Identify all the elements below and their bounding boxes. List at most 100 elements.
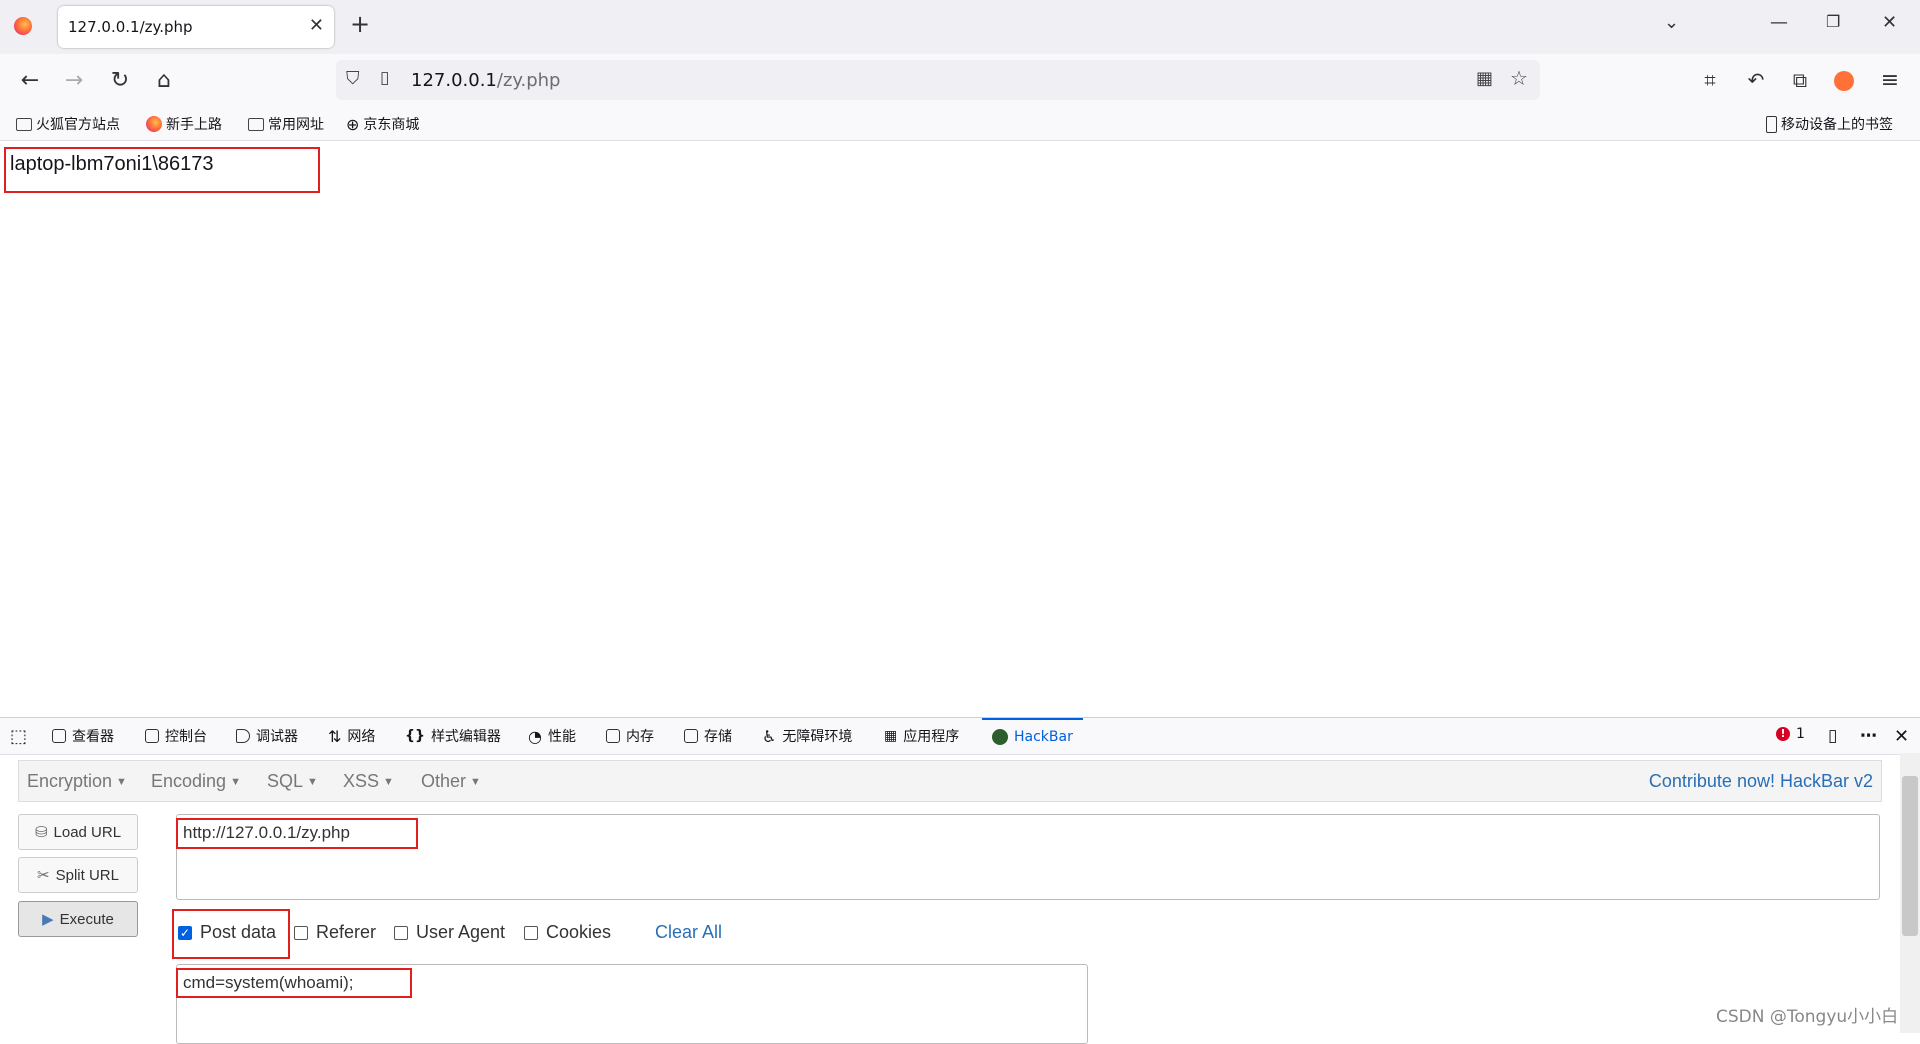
menu-label: Encoding bbox=[151, 771, 227, 791]
devtools-tabbar: ⬚ 查看器 控制台 调试器 ⇅ 网络 {} 样式编辑器 ◔ 性能 内存 存储 ♿ 无障碍… bbox=[0, 717, 1920, 755]
mobile-bookmarks[interactable]: 移动设备上的书签 bbox=[1766, 114, 1893, 134]
tab-storage[interactable]: 存储 bbox=[684, 726, 732, 746]
play-icon: ▶ bbox=[42, 911, 54, 928]
tab-accessibility[interactable]: ♿ 无障碍环境 bbox=[762, 726, 852, 746]
contribute-link[interactable]: Contribute now! HackBar v2 bbox=[1649, 771, 1873, 792]
bookmark-label: 京东商城 bbox=[363, 117, 420, 133]
tab-style-editor[interactable]: {} 样式编辑器 bbox=[405, 726, 501, 746]
tab-label: 调试器 bbox=[256, 729, 298, 745]
addon-icon[interactable] bbox=[1834, 71, 1854, 91]
star-icon[interactable]: ☆ bbox=[1510, 66, 1528, 90]
bookmarks-bar: 火狐官方站点 新手上路 常用网址 ⊕ 京东商城 移动设备上的书签 bbox=[0, 108, 1920, 141]
button-label: Split URL bbox=[55, 866, 119, 884]
bookmark-item[interactable]: 新手上路 bbox=[146, 114, 222, 134]
undo-icon[interactable]: ↶ bbox=[1742, 68, 1770, 92]
tab-label: 网络 bbox=[347, 729, 376, 745]
checkbox-icon bbox=[524, 925, 538, 940]
picker-icon[interactable]: ⬚ bbox=[10, 726, 27, 747]
globe-icon: ⊕ bbox=[346, 114, 360, 134]
tab-label: 内存 bbox=[626, 729, 654, 745]
menu-other[interactable]: Other ▼ bbox=[421, 771, 481, 792]
caret-down-icon: ▼ bbox=[116, 776, 127, 789]
option-label: User Agent bbox=[416, 922, 506, 942]
bookmark-label: 火狐官方站点 bbox=[36, 117, 120, 133]
tab-hackbar[interactable]: HackBar bbox=[982, 718, 1083, 754]
scissors-icon: ✂ bbox=[37, 867, 50, 884]
menu-label: Other bbox=[421, 771, 467, 791]
chevron-down-icon[interactable]: ⌄ bbox=[1664, 12, 1679, 33]
menu-icon[interactable]: ≡ bbox=[1876, 68, 1904, 93]
close-icon[interactable]: ✕ bbox=[309, 15, 324, 36]
debugger-icon bbox=[236, 729, 250, 743]
memory-icon bbox=[606, 729, 620, 743]
braces-icon: {} bbox=[405, 728, 425, 744]
more-icon[interactable]: ⋯ bbox=[1860, 726, 1877, 746]
tab-label: 性能 bbox=[547, 729, 576, 745]
referer-checkbox[interactable]: Referer bbox=[294, 922, 376, 943]
checkbox-icon bbox=[294, 925, 308, 940]
home-icon[interactable]: ⌂ bbox=[150, 68, 178, 93]
caret-down-icon: ▼ bbox=[470, 776, 481, 789]
caret-down-icon: ▼ bbox=[383, 776, 394, 789]
dock-icon[interactable]: ▯ bbox=[1828, 726, 1837, 746]
storage-icon bbox=[684, 729, 698, 743]
window-close-icon[interactable]: ✕ bbox=[1882, 12, 1897, 33]
grid-icon: ▦ bbox=[884, 728, 898, 744]
bookmark-item[interactable]: 火狐官方站点 bbox=[16, 114, 120, 134]
restore-icon[interactable]: ❐ bbox=[1826, 12, 1840, 31]
highlight-box bbox=[4, 147, 320, 193]
clear-all-link[interactable]: Clear All bbox=[655, 922, 722, 943]
shield-icon[interactable]: ⛉ bbox=[346, 68, 360, 89]
url-bar[interactable]: ⛉ ▯ 127.0.0.1/zy.php ▦ ☆ bbox=[336, 60, 1540, 100]
error-count[interactable]: ! 1 bbox=[1776, 726, 1805, 742]
page-icon: ▯ bbox=[380, 68, 390, 88]
network-icon: ⇅ bbox=[328, 726, 342, 746]
menu-encoding[interactable]: Encoding ▼ bbox=[151, 771, 241, 792]
menu-sql[interactable]: SQL ▼ bbox=[267, 771, 318, 792]
close-devtools-icon[interactable]: ✕ bbox=[1894, 726, 1909, 747]
url-host: 127.0.0.1 bbox=[411, 70, 497, 91]
forward-icon[interactable]: → bbox=[60, 68, 88, 93]
split-url-button[interactable]: ✂ Split URL bbox=[18, 857, 138, 893]
back-icon[interactable]: ← bbox=[16, 68, 44, 93]
gauge-icon: ◔ bbox=[528, 726, 542, 746]
hackbar-icon bbox=[992, 729, 1008, 745]
tab-debugger[interactable]: 调试器 bbox=[236, 726, 298, 746]
firefox-icon bbox=[146, 116, 162, 132]
url-textarea[interactable]: http://127.0.0.1/zy.php bbox=[176, 814, 1880, 900]
menu-encryption[interactable]: Encryption ▼ bbox=[27, 771, 127, 792]
tab-performance[interactable]: ◔ 性能 bbox=[528, 726, 576, 746]
load-url-button[interactable]: ⛁ Load URL bbox=[18, 814, 138, 850]
option-label: Referer bbox=[316, 922, 377, 942]
crop-icon[interactable]: ⌗ bbox=[1696, 68, 1724, 92]
menu-xss[interactable]: XSS ▼ bbox=[343, 771, 394, 792]
caret-down-icon: ▼ bbox=[230, 776, 241, 789]
tab-label: 无障碍环境 bbox=[782, 729, 853, 745]
extensions-icon[interactable]: ⧉ bbox=[1786, 68, 1814, 92]
tab-memory[interactable]: 内存 bbox=[606, 726, 654, 746]
tab-network[interactable]: ⇅ 网络 bbox=[328, 726, 375, 746]
url-path: /zy.php bbox=[496, 70, 561, 91]
bookmark-item[interactable]: 常用网址 bbox=[248, 114, 324, 134]
firefox-icon[interactable] bbox=[14, 17, 32, 35]
option-label: Cookies bbox=[546, 922, 612, 942]
bookmark-label: 新手上路 bbox=[166, 117, 222, 133]
new-tab-icon[interactable]: + bbox=[350, 10, 370, 38]
cookies-checkbox[interactable]: Cookies bbox=[524, 922, 611, 943]
tab-inspector[interactable]: 查看器 bbox=[52, 726, 114, 746]
bookmark-item[interactable]: ⊕ 京东商城 bbox=[346, 114, 419, 134]
tab-application[interactable]: ▦ 应用程序 bbox=[884, 726, 959, 746]
qr-code-icon[interactable]: ▦ bbox=[1476, 68, 1493, 89]
nav-bar: ← → ↻ ⌂ ⛉ ▯ 127.0.0.1/zy.php ▦ ☆ ⌗ ↶ ⧉ ≡ bbox=[0, 54, 1920, 108]
execute-button[interactable]: ▶ Execute bbox=[18, 901, 138, 937]
reload-icon[interactable]: ↻ bbox=[106, 68, 134, 93]
minimize-icon[interactable]: — bbox=[1770, 12, 1788, 33]
tab-label: 查看器 bbox=[72, 729, 114, 745]
menu-label: SQL bbox=[267, 771, 304, 791]
browser-tab[interactable]: 127.0.0.1/zy.php ✕ bbox=[58, 6, 334, 48]
user-agent-checkbox[interactable]: User Agent bbox=[394, 922, 505, 943]
scrollbar-thumb[interactable] bbox=[1902, 776, 1918, 936]
tab-console[interactable]: 控制台 bbox=[145, 726, 207, 746]
highlight-box bbox=[176, 818, 418, 849]
url-text[interactable]: 127.0.0.1/zy.php bbox=[411, 70, 560, 91]
